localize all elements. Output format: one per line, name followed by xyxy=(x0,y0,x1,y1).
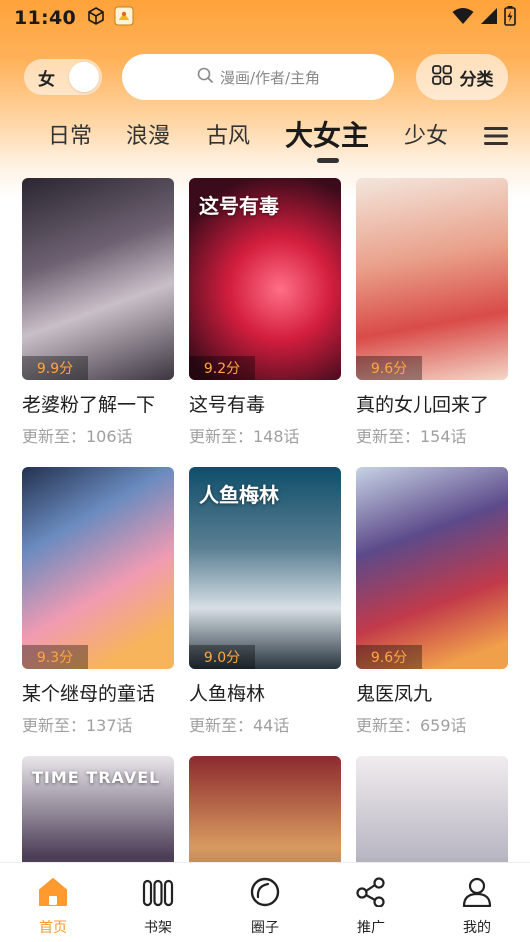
category-label: 分类 xyxy=(459,69,494,90)
nav-profile[interactable]: 我的 xyxy=(437,877,517,937)
comic-cover[interactable]: 9.9分 xyxy=(22,178,174,380)
comic-title[interactable]: 真的女儿回来了 xyxy=(356,390,508,417)
active-tab-indicator xyxy=(317,158,339,163)
tab-romance[interactable]: 浪漫 xyxy=(126,118,170,150)
cube-notification-icon xyxy=(86,6,106,30)
genre-tabs: 日常 浪漫 古风 大女主 少女 xyxy=(0,112,530,168)
comic-update: 更新至：148话 xyxy=(189,427,300,446)
cover-title-art: 人鱼梅林 xyxy=(199,483,279,507)
score-badge: 9.6分 xyxy=(356,645,422,669)
comic-card[interactable]: 9.6分 鬼医凤九 更新至：659话 xyxy=(356,467,508,736)
comic-update: 更新至：137话 xyxy=(22,716,133,735)
home-icon xyxy=(37,877,69,911)
bottom-nav: 首页 书架 圈子 推广 我的 xyxy=(0,862,530,942)
tab-heroine[interactable]: 大女主 xyxy=(285,114,369,154)
nav-profile-label: 我的 xyxy=(463,920,491,936)
comic-title[interactable]: 某个继母的童话 xyxy=(22,679,174,706)
status-bar: 11:40 xyxy=(0,0,530,36)
comic-title[interactable]: 鬼医凤九 xyxy=(356,679,508,706)
score-badge: 9.0分 xyxy=(189,645,255,669)
category-button[interactable]: 分类 xyxy=(416,54,508,100)
tab-daily[interactable]: 日常 xyxy=(48,118,92,150)
comic-title[interactable]: 人鱼梅林 xyxy=(189,679,341,706)
nav-home[interactable]: 首页 xyxy=(13,877,93,937)
comic-update: 更新至：659话 xyxy=(356,716,467,735)
score-badge: 9.9分 xyxy=(22,356,88,380)
circle-icon xyxy=(249,877,281,911)
gender-label: 女 xyxy=(38,69,55,90)
cover-title-art: 这号有毒 xyxy=(199,194,279,218)
comic-card[interactable]: 人鱼梅林 9.0分 人鱼梅林 更新至：44话 xyxy=(189,467,341,736)
status-time: 11:40 xyxy=(14,7,76,29)
comic-card[interactable]: 9.3分 某个继母的童话 更新至：137话 xyxy=(22,467,174,736)
comic-update: 更新至：154话 xyxy=(356,427,467,446)
header-row: 女 漫画/作者/主角 分类 xyxy=(0,54,530,100)
comic-title[interactable]: 这号有毒 xyxy=(189,390,341,417)
score-badge: 9.2分 xyxy=(189,356,255,380)
search-placeholder: 漫画/作者/主角 xyxy=(219,68,321,87)
score-badge: 9.6分 xyxy=(356,356,422,380)
comic-cover[interactable]: 人鱼梅林 9.0分 xyxy=(189,467,341,669)
comic-card[interactable]: 这号有毒 9.2分 这号有毒 更新至：148话 xyxy=(189,178,341,447)
battery-icon xyxy=(504,6,516,30)
comic-title[interactable]: 老婆粉了解一下 xyxy=(22,390,174,417)
comic-cover[interactable]: 9.3分 xyxy=(22,467,174,669)
score-badge: 9.3分 xyxy=(22,645,88,669)
nav-circle[interactable]: 圈子 xyxy=(225,877,305,937)
grid-icon xyxy=(431,64,453,91)
comic-update: 更新至：106话 xyxy=(22,427,133,446)
search-icon xyxy=(196,66,214,88)
comic-cover[interactable]: 9.6分 xyxy=(356,178,508,380)
comic-card[interactable]: 9.6分 真的女儿回来了 更新至：154话 xyxy=(356,178,508,447)
nav-home-label: 首页 xyxy=(39,920,67,936)
nav-bookshelf[interactable]: 书架 xyxy=(118,877,198,937)
nav-circle-label: 圈子 xyxy=(251,920,279,936)
gender-toggle[interactable]: 女 xyxy=(24,59,102,95)
bookshelf-icon xyxy=(142,877,174,911)
comic-update: 更新至：44话 xyxy=(189,716,290,735)
nav-bookshelf-label: 书架 xyxy=(144,920,172,936)
cell-signal-icon xyxy=(480,7,498,29)
nav-promote[interactable]: 推广 xyxy=(331,877,411,937)
search-input[interactable]: 漫画/作者/主角 xyxy=(122,54,394,100)
cover-title-art: TIME TRAVEL xyxy=(32,768,161,787)
toggle-knob xyxy=(69,62,99,92)
tab-girls[interactable]: 少女 xyxy=(404,118,448,150)
profile-icon xyxy=(461,877,493,911)
nav-promote-label: 推广 xyxy=(357,920,385,936)
tab-ancient[interactable]: 古风 xyxy=(206,118,250,150)
comic-cover[interactable]: 这号有毒 9.2分 xyxy=(189,178,341,380)
share-icon xyxy=(355,877,387,911)
app-notification-icon xyxy=(114,6,134,30)
wifi-icon xyxy=(452,7,474,29)
comic-cover[interactable]: 9.6分 xyxy=(356,467,508,669)
menu-icon[interactable] xyxy=(484,125,508,151)
comic-card[interactable]: 9.9分 老婆粉了解一下 更新至：106话 xyxy=(22,178,174,447)
